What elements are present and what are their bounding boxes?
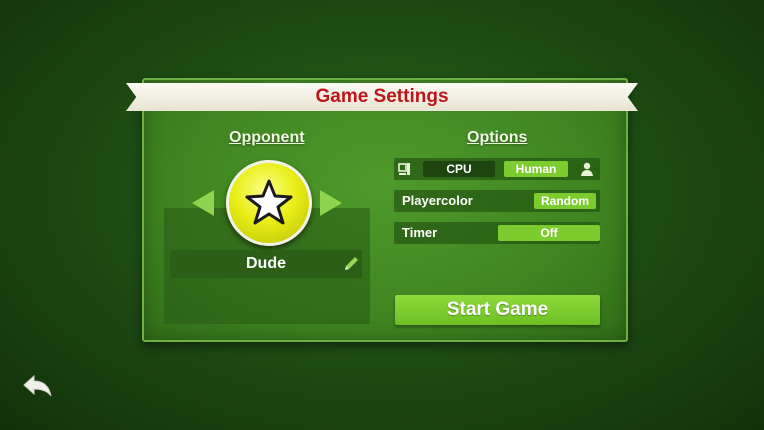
back-arrow-icon[interactable] [22, 374, 54, 402]
next-opponent-arrow-icon[interactable] [320, 190, 342, 216]
human-option[interactable]: Human [504, 161, 568, 177]
opponent-name[interactable]: Dude [170, 250, 362, 278]
opponent-heading: Opponent [229, 129, 305, 146]
person-icon [581, 162, 593, 176]
page-title: Game Settings [315, 86, 449, 107]
star-icon [245, 179, 293, 225]
cpu-option[interactable]: CPU [423, 161, 495, 177]
timer-row: Timer Off [394, 222, 600, 244]
start-game-button[interactable]: Start Game [395, 295, 600, 325]
options-heading: Options [467, 129, 528, 146]
pencil-icon[interactable] [342, 255, 360, 273]
playercolor-row: Playercolor Random [394, 190, 600, 212]
previous-opponent-arrow-icon[interactable] [192, 190, 214, 216]
opponent-avatar[interactable] [226, 160, 312, 246]
playercolor-label: Playercolor [402, 193, 473, 208]
playercolor-value-button[interactable]: Random [534, 193, 596, 209]
player-type-row: CPU Human [394, 158, 600, 180]
computer-icon [398, 163, 410, 175]
timer-label: Timer [402, 225, 438, 240]
timer-value-button[interactable]: Off [498, 225, 600, 241]
